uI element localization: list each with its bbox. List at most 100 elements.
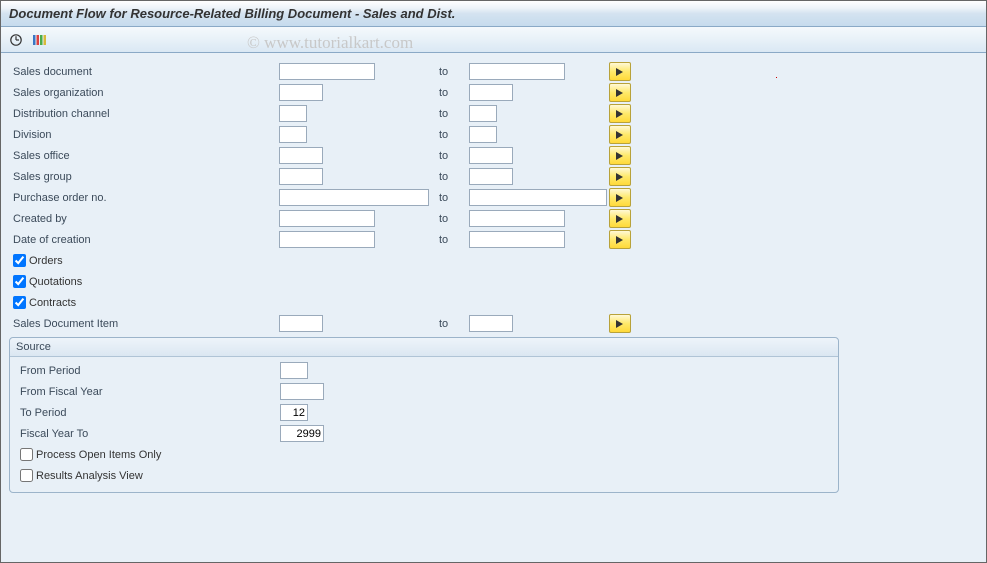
execute-button[interactable] [5,30,27,50]
input-po-no-to[interactable] [469,189,607,206]
input-date-creation-to[interactable] [469,231,565,248]
arrow-right-icon [615,235,625,245]
input-sales-office-to[interactable] [469,147,513,164]
input-po-no-from[interactable] [279,189,429,206]
row-orders: Orders [9,250,978,271]
row-sales-document: Sales document to [9,61,978,82]
input-sales-group-from[interactable] [279,168,323,185]
arrow-right-icon [615,88,625,98]
label-contracts: Contracts [29,297,76,309]
input-dist-channel-to[interactable] [469,105,497,122]
row-ra-view: Results Analysis View [16,465,838,486]
label-sales-office: Sales office [9,150,279,162]
input-sales-doc-item-from[interactable] [279,315,323,332]
variant-icon [32,33,48,47]
to-label: to [439,129,469,141]
arrow-right-icon [615,109,625,119]
input-fy-to[interactable] [280,425,324,442]
input-division-from[interactable] [279,126,307,143]
row-sales-doc-item: Sales Document Item to [9,313,978,334]
group-source: Source From Period From Fiscal Year To P… [9,337,839,493]
label-sales-doc-item: Sales Document Item [9,318,279,330]
multi-select-date-creation[interactable] [609,230,631,249]
label-from-period: From Period [16,365,280,377]
multi-select-sales-office[interactable] [609,146,631,165]
input-sales-doc-item-to[interactable] [469,315,513,332]
checkbox-quotations[interactable] [13,275,26,288]
group-title-source: Source [10,338,838,357]
to-label: to [439,171,469,183]
label-sales-group: Sales group [9,171,279,183]
label-po-no: Purchase order no. [9,192,279,204]
input-created-by-from[interactable] [279,210,375,227]
to-label: to [439,108,469,120]
toolbar [1,27,986,53]
row-division: Division to [9,124,978,145]
to-label: to [439,192,469,204]
arrow-right-icon [615,319,625,329]
to-label: to [439,66,469,78]
input-date-creation-from[interactable] [279,231,375,248]
label-quotations: Quotations [29,276,82,288]
input-from-fy[interactable] [280,383,324,400]
label-open-items: Process Open Items Only [36,449,161,461]
input-from-period[interactable] [280,362,308,379]
row-open-items: Process Open Items Only [16,444,838,465]
row-dist-channel: Distribution channel to [9,103,978,124]
main-content: Sales document to Sales organization to … [1,53,986,562]
input-sales-document-to[interactable] [469,63,565,80]
row-quotations: Quotations [9,271,978,292]
multi-select-division[interactable] [609,125,631,144]
dot [776,77,777,78]
label-dist-channel: Distribution channel [9,108,279,120]
arrow-right-icon [615,130,625,140]
input-created-by-to[interactable] [469,210,565,227]
multi-select-po-no[interactable] [609,188,631,207]
multi-select-dist-channel[interactable] [609,104,631,123]
row-sales-org: Sales organization to [9,82,978,103]
label-to-period: To Period [16,407,280,419]
multi-select-sales-document[interactable] [609,62,631,81]
checkbox-open-items[interactable] [20,448,33,461]
row-from-period: From Period [16,360,838,381]
multi-select-sales-doc-item[interactable] [609,314,631,333]
input-sales-org-from[interactable] [279,84,323,101]
multi-select-sales-group[interactable] [609,167,631,186]
input-sales-org-to[interactable] [469,84,513,101]
to-label: to [439,87,469,99]
label-sales-document: Sales document [9,66,279,78]
page-title: Document Flow for Resource-Related Billi… [9,6,455,21]
arrow-right-icon [615,67,625,77]
title-bar: Document Flow for Resource-Related Billi… [1,1,986,27]
row-po-no: Purchase order no. to [9,187,978,208]
checkbox-orders[interactable] [13,254,26,267]
checkbox-ra-view[interactable] [20,469,33,482]
label-from-fy: From Fiscal Year [16,386,280,398]
multi-select-sales-org[interactable] [609,83,631,102]
to-label: to [439,234,469,246]
row-date-creation: Date of creation to [9,229,978,250]
row-from-fy: From Fiscal Year [16,381,838,402]
checkbox-contracts[interactable] [13,296,26,309]
input-division-to[interactable] [469,126,497,143]
label-sales-org: Sales organization [9,87,279,99]
row-sales-group: Sales group to [9,166,978,187]
label-fy-to: Fiscal Year To [16,428,280,440]
input-sales-office-from[interactable] [279,147,323,164]
input-sales-group-to[interactable] [469,168,513,185]
row-created-by: Created by to [9,208,978,229]
multi-select-created-by[interactable] [609,209,631,228]
row-to-period: To Period [16,402,838,423]
variant-button[interactable] [29,30,51,50]
row-sales-office: Sales office to [9,145,978,166]
arrow-right-icon [615,151,625,161]
arrow-right-icon [615,172,625,182]
label-division: Division [9,129,279,141]
input-sales-document-from[interactable] [279,63,375,80]
input-dist-channel-from[interactable] [279,105,307,122]
to-label: to [439,150,469,162]
row-contracts: Contracts [9,292,978,313]
input-to-period[interactable] [280,404,308,421]
label-date-creation: Date of creation [9,234,279,246]
clock-execute-icon [9,33,23,47]
